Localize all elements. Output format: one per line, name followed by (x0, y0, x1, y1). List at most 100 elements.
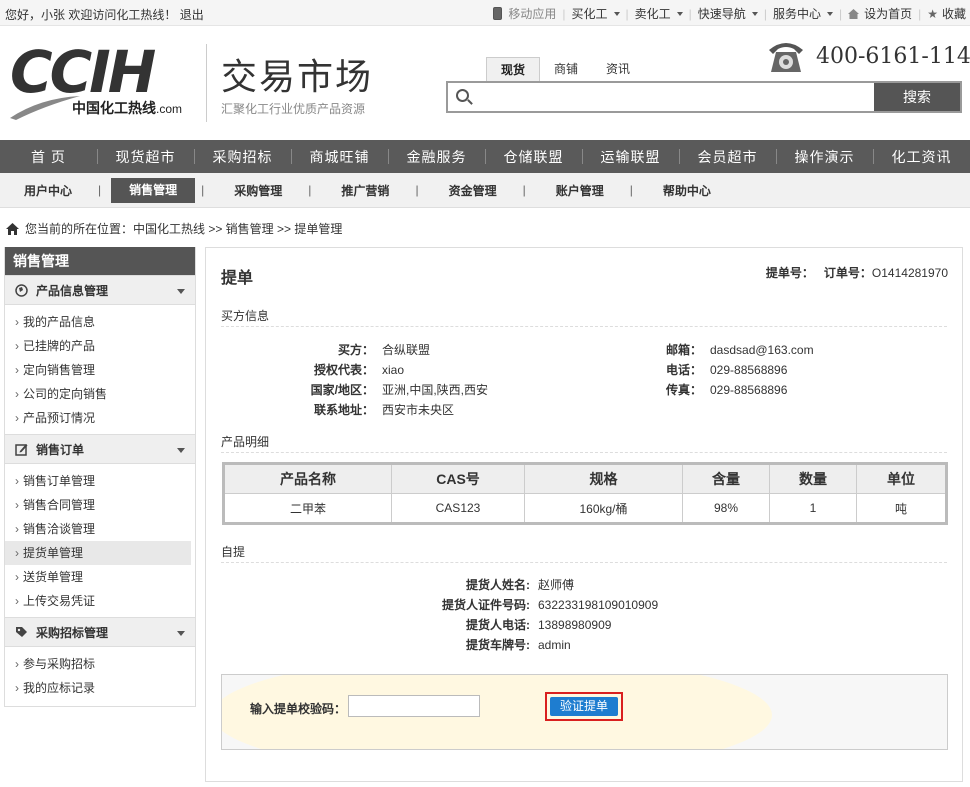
nav-demo[interactable]: 操作演示 (776, 147, 873, 167)
set-home-link[interactable]: 设为首页 (848, 5, 912, 22)
nav-home[interactable]: 首 页 (0, 147, 97, 167)
buyer-fax-row: 传真： 029-88568896 (665, 383, 788, 397)
breadcrumb: 您当前的所在位置：中国化工热线 >> 销售管理 >> 提单管理 (6, 220, 342, 237)
chevron-down-icon (177, 448, 185, 453)
buyer-name-row: 买方： 合纵联盟 (337, 343, 431, 357)
search-button[interactable]: 搜索 (874, 83, 960, 111)
buyer-address-row: 联系地址： 西安市未央区 (313, 403, 455, 417)
divider (221, 562, 947, 563)
search-tab-spot[interactable]: 现货 (486, 57, 541, 81)
subnav-sales[interactable]: 销售管理 (111, 177, 196, 203)
sidebar-item-pickup-bills[interactable]: › 提货单管理 (5, 541, 191, 565)
nav-procurement[interactable]: 采购招标 (194, 147, 291, 167)
sidebar-item-directed-sales[interactable]: › 定向销售管理 (5, 358, 195, 382)
sidebar-item-my-products[interactable]: › 我的产品信息 (5, 310, 195, 334)
logo-swoosh-icon (10, 96, 80, 120)
nav-news[interactable]: 化工资讯 (873, 147, 970, 167)
caret-down-icon (676, 11, 683, 16)
top-links: 移动应用 | 买化工 | 卖化工 | 快速导航 | 服务中心 | 设为首页 | … (493, 5, 966, 22)
cell-cas: CAS123 (391, 493, 525, 524)
verify-code-input[interactable] (348, 695, 480, 717)
subnav-promotion[interactable]: 推广营销 (325, 182, 405, 199)
subnav-purchase[interactable]: 采购管理 (218, 182, 298, 199)
buyer-section-label: 买方信息 (221, 309, 270, 323)
search-tab-news[interactable]: 资讯 (592, 57, 644, 81)
col-spec: 规格 (524, 463, 683, 494)
product-section-label: 产品明细 (221, 435, 270, 449)
sidebar-item-listed-products[interactable]: › 已挂牌的产品 (5, 334, 195, 358)
nav-transport[interactable]: 运输联盟 (582, 147, 679, 167)
table-header-row: 产品名称 CAS号 规格 含量 数量 单位 (223, 463, 947, 494)
nav-member[interactable]: 会员超市 (679, 147, 776, 167)
search-tabs: 现货 商铺 资讯 (486, 57, 644, 81)
favorite-link[interactable]: ★ 收藏 (927, 5, 966, 22)
sidebar-item-join-tender[interactable]: › 参与采购招标 (5, 652, 195, 676)
main-nav: 首 页 现货超市 采购招标 商城旺铺 金融服务 仓储联盟 运输联盟 会员超市 操… (0, 140, 970, 173)
sidebar-group-product-info[interactable]: 产品信息管理 (5, 275, 195, 305)
sidebar-group-tender[interactable]: 采购招标管理 (5, 617, 195, 647)
sidebar-group-sales-orders[interactable]: 销售订单 (5, 434, 195, 464)
pickup-plate-row: 提货车牌号: admin (466, 638, 571, 652)
telephone-icon (769, 43, 803, 72)
sidebar-item-company-directed-sales[interactable]: › 公司的定向销售 (5, 382, 195, 406)
market-subtitle: 汇聚化工行业优质产品资源 (221, 102, 366, 116)
col-cas: CAS号 (391, 463, 525, 494)
logo-wordmark: CCIH (10, 38, 156, 106)
home-icon (848, 8, 860, 19)
market-title: 交易市场 (221, 56, 374, 97)
verify-box: 输入提单校验码： 验证提单 (221, 674, 948, 750)
home-icon (6, 222, 19, 235)
nav-spot-market[interactable]: 现货超市 (97, 147, 194, 167)
divider (221, 452, 947, 453)
top-bar: 您好，小张 欢迎访问化工热线！ 退出 移动应用 | 买化工 | 卖化工 | 快速… (0, 0, 970, 26)
sell-chem-menu[interactable]: 卖化工 (635, 5, 683, 22)
greeting: 您好，小张 欢迎访问化工热线！ 退出 (5, 6, 204, 23)
sidebar-item-sales-orders[interactable]: › 销售订单管理 (5, 469, 195, 493)
subnav-help[interactable]: 帮助中心 (647, 182, 727, 199)
verify-code-label: 输入提单校验码： (250, 702, 347, 716)
nav-warehouse[interactable]: 仓储联盟 (485, 147, 582, 167)
sidebar-item-upload-voucher[interactable]: › 上传交易凭证 (5, 589, 195, 613)
page-title: 提单 (221, 270, 254, 287)
sidebar-item-product-reservation[interactable]: › 产品预订情况 (5, 406, 195, 430)
sidebar-item-sales-negotiation[interactable]: › 销售洽谈管理 (5, 517, 195, 541)
subnav-funds[interactable]: 资金管理 (433, 182, 513, 199)
cell-product-name: 二甲苯 (223, 493, 392, 524)
mobile-app-link[interactable]: 移动应用 (493, 5, 556, 22)
subnav-account[interactable]: 账户管理 (540, 182, 620, 199)
sidebar-item-sales-contracts[interactable]: › 销售合同管理 (5, 493, 195, 517)
caret-down-icon (613, 11, 620, 16)
search-tab-shops[interactable]: 商铺 (540, 57, 592, 81)
search-input[interactable] (478, 86, 868, 108)
cell-unit: 吨 (856, 493, 947, 524)
verify-bill-button[interactable]: 验证提单 (550, 697, 618, 716)
subnav-user-center[interactable]: 用户中心 (0, 182, 88, 199)
divider (221, 326, 947, 327)
col-product-name: 产品名称 (223, 463, 392, 494)
hotline-number: 400-6161-114 (816, 43, 970, 69)
breadcrumb-text: 您当前的所在位置：中国化工热线 >> 销售管理 >> 提单管理 (25, 222, 343, 236)
tag-icon (16, 626, 27, 637)
globe-icon (15, 283, 28, 297)
pickup-section-label: 自提 (221, 545, 246, 559)
service-center-menu[interactable]: 服务中心 (773, 5, 833, 22)
sidebar-item-delivery-notes[interactable]: › 送货单管理 (5, 565, 195, 589)
sidebar-item-my-bids[interactable]: › 我的应标记录 (5, 676, 195, 700)
edit-icon (15, 443, 28, 456)
buy-chem-menu[interactable]: 买化工 (572, 5, 620, 22)
buyer-rep-row: 授权代表： xiao (313, 363, 405, 377)
table-row: 二甲苯 CAS123 160kg/桶 98% 1 吨 (223, 493, 947, 524)
sub-nav: 用户中心 | 销售管理 | 采购管理 | 推广营销 | 资金管理 | 账户管理 … (0, 173, 970, 208)
search-bar: 搜索 (446, 81, 962, 113)
nav-finance[interactable]: 金融服务 (388, 147, 485, 167)
pickup-name-row: 提货人姓名: 赵师傅 (466, 578, 575, 592)
logout-link[interactable]: 退出 (180, 8, 204, 22)
caret-down-icon (826, 11, 833, 16)
nav-mall[interactable]: 商城旺铺 (291, 147, 388, 167)
product-table: 产品名称 CAS号 规格 含量 数量 单位 二甲苯 CAS123 160kg/桶… (222, 462, 948, 525)
chevron-down-icon (177, 631, 185, 636)
quick-nav-menu[interactable]: 快速导航 (698, 5, 758, 22)
cell-spec: 160kg/桶 (524, 493, 683, 524)
logo-subtitle: 中国化工热线.com (72, 98, 182, 118)
site-logo[interactable]: CCIH 中国化工热线.com (10, 42, 196, 122)
